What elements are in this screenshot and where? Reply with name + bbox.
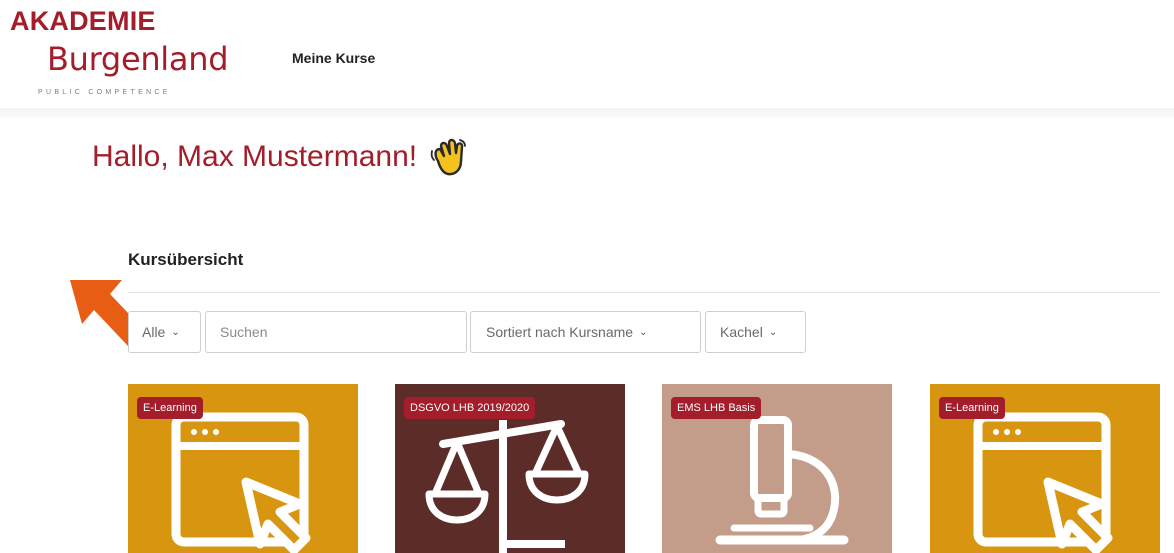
view-dropdown[interactable]: Kachel ⌄ [705,311,806,353]
course-category-badge: DSGVO LHB 2019/2020 [404,397,536,419]
logo-wordmark-top: AKADEMIE [10,6,156,36]
search-placeholder: Suchen [220,324,268,340]
course-category-badge: E-Learning [939,397,1005,419]
nav-link-meine-kurse[interactable]: Meine Kurse [292,50,375,66]
sort-dropdown[interactable]: Sortiert nach Kursname ⌄ [470,311,701,353]
course-card[interactable]: E-Learning [128,384,358,553]
chevron-down-icon: ⌄ [768,326,778,338]
view-value: Kachel [720,324,763,340]
sort-value: Sortiert nach Kursname [486,324,634,340]
course-category-badge: EMS LHB Basis [671,397,762,419]
greeting-text: Hallo, Max Mustermann! [92,140,418,173]
course-category-badge: E-Learning [137,397,203,419]
header: AKADEMIE Burgenland PUBLIC COMPETENCE Me… [0,0,1174,108]
section-title-kursuebersicht: Kursübersicht [128,250,244,269]
course-card[interactable]: E-Learning [930,384,1160,553]
waving-hand-icon [430,138,467,176]
course-card[interactable]: EMS LHB Basis [662,384,892,553]
logo-tagline: PUBLIC COMPETENCE [38,89,171,96]
greeting: Hallo, Max Mustermann! [92,137,467,177]
chevron-down-icon: ⌄ [639,326,648,338]
section-divider [128,292,1160,293]
akademie-logo[interactable]: AKADEMIE Burgenland PUBLIC COMPETENCE [10,6,250,106]
header-shadow [0,108,1174,118]
filter-dropdown[interactable]: Alle ⌄ [128,311,201,353]
course-card[interactable]: DSGVO LHB 2019/2020 [395,384,625,553]
search-input[interactable]: Suchen [205,311,467,353]
filter-value: Alle [142,324,166,340]
chevron-down-icon: ⌄ [171,326,180,338]
logo-wordmark-bottom: Burgenland [47,40,229,78]
